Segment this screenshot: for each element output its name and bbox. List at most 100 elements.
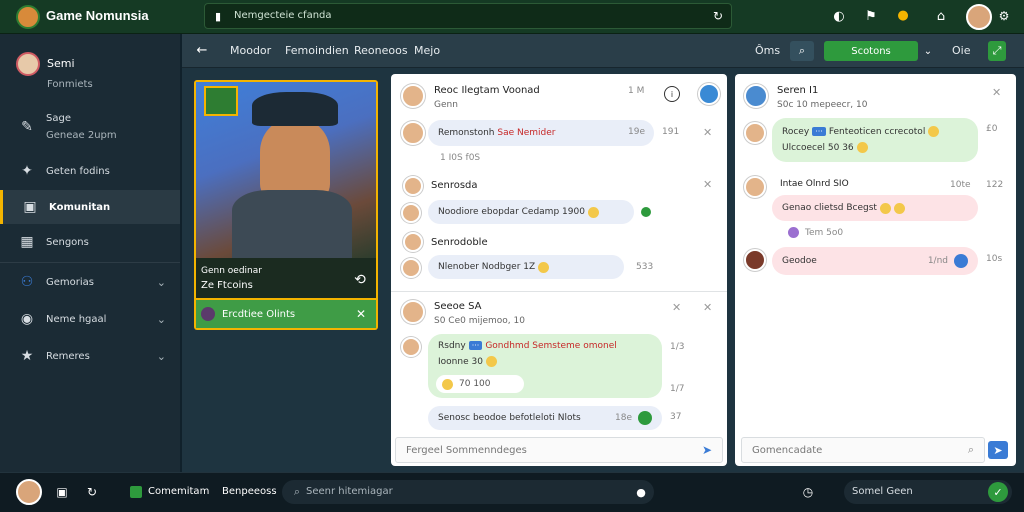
sidebar-item-gemorias[interactable]: ⚇ Gemorias ⌄ xyxy=(0,265,180,299)
sidebar-item-neme[interactable]: ◉ Neme hgaal ⌄ xyxy=(0,302,180,336)
chat-compose-input[interactable]: Gomencadate ⌕ xyxy=(741,437,985,463)
bottom-avatar[interactable] xyxy=(16,479,42,505)
confirm-icon[interactable]: ✓ xyxy=(988,482,1008,502)
grid-icon: ▦ xyxy=(20,234,34,250)
sidebar-item-label: Neme hgaal xyxy=(46,313,107,325)
user-avatar[interactable] xyxy=(966,4,992,30)
notification-icon[interactable]: ● xyxy=(894,6,912,24)
back-arrow-icon[interactable]: ← xyxy=(194,42,210,58)
sidebar-item-sengons[interactable]: ▦ Sengons xyxy=(0,225,180,259)
thread-avatar[interactable] xyxy=(401,203,421,223)
star-icon: ✦ xyxy=(21,163,33,179)
chevron-down-icon[interactable]: ⌄ xyxy=(157,313,166,326)
search-icon: ⌕ xyxy=(293,485,301,498)
thread-avatar[interactable] xyxy=(401,258,421,278)
chat-bubble[interactable]: Geodoe 1/nd xyxy=(772,247,978,275)
chat-time: 1/nd xyxy=(927,256,948,266)
sidebar-item-label: Komunitan xyxy=(49,201,111,213)
search-icon[interactable]: ⌕ xyxy=(790,41,814,61)
send-icon[interactable]: ➤ xyxy=(988,441,1008,459)
close-icon[interactable]: ✕ xyxy=(992,86,1001,99)
chat-line: Rocey ··· Fenteoticen ccrecotol xyxy=(782,126,940,137)
thread-time: 1 M xyxy=(628,86,645,96)
sidebar-item-komunitan[interactable]: ▣ Komunitan xyxy=(0,190,180,224)
close-icon[interactable]: ✕ xyxy=(703,126,712,139)
thread2-reaction[interactable]: 70 100 xyxy=(436,375,524,393)
thread-avatar[interactable] xyxy=(401,121,425,145)
game-character-body xyxy=(232,190,352,258)
game-card-sub: Ze Ftcoins xyxy=(201,280,253,291)
sidebar-user-avatar[interactable] xyxy=(16,52,40,76)
clock-icon[interactable]: ◷ xyxy=(800,484,816,500)
thread2-line: Rsdny ··· Gondhmd Semsteme omonel xyxy=(438,341,617,351)
chat-name: Seren I1 xyxy=(777,85,819,96)
thread2-bubble[interactable]: Senosc beodoe befotleloti Nlots 18e xyxy=(428,406,662,430)
thread2-time: 18e xyxy=(615,413,632,423)
chat-bubble[interactable]: Genao clietsd Bcegst xyxy=(772,195,978,221)
expand-icon[interactable]: ⤢ xyxy=(988,41,1006,61)
bottom-button[interactable]: Comemitam xyxy=(148,486,209,497)
flag-icon[interactable]: ⚑ xyxy=(862,7,880,25)
game-card-title: Genn oedinar xyxy=(201,266,262,276)
thread-badge: Genn xyxy=(434,100,458,110)
game-card-avatar xyxy=(201,307,215,321)
chat-avatar[interactable] xyxy=(744,84,768,108)
sidebar-item-remeres[interactable]: ★ Remeres ⌄ xyxy=(0,339,180,373)
attach-icon[interactable]: ⌕ xyxy=(968,443,974,457)
chat-msg-avatar[interactable] xyxy=(744,122,766,144)
window-icon[interactable]: ▣ xyxy=(54,484,70,500)
thread-avatar[interactable] xyxy=(401,84,425,108)
tab-moodor[interactable]: Moodor xyxy=(230,44,271,57)
sidebar-item-sage[interactable]: ✎ Sage Geneae 2upm xyxy=(0,100,180,154)
thread-text: Noodiore ebopdar Cedamp 1900 xyxy=(438,207,585,217)
thread-bubble[interactable]: Remonstonh Sae Nemider xyxy=(428,120,654,146)
thread2-subtext: Ioonne 30 xyxy=(438,357,483,367)
thread-compose-input[interactable]: Fergeel Sommenndeges ➤ xyxy=(395,437,723,463)
tab-reoneoos[interactable]: Reoneoos xyxy=(354,44,408,57)
thread-avatar[interactable] xyxy=(403,232,423,252)
thread-time: 19e xyxy=(628,127,645,137)
close-icon[interactable]: ✕ xyxy=(354,307,368,321)
chat-msg-avatar[interactable] xyxy=(744,176,766,198)
thread-bubble[interactable]: Nlenober Nodbger 1Z xyxy=(428,255,624,279)
thread-name: Remonstonh xyxy=(438,128,495,138)
thread2-sub: S0 Ce0 mijemoo, 10 xyxy=(434,316,525,326)
home-icon[interactable]: ⌂ xyxy=(932,7,950,25)
online-dot xyxy=(638,411,652,425)
chat-msg-name: Intae Olnrd xyxy=(780,179,831,189)
share-icon[interactable]: ⟲ xyxy=(350,270,370,290)
toolbar-button[interactable]: Scotons xyxy=(824,41,918,61)
dropdown-icon[interactable]: ⌄ xyxy=(920,41,936,61)
shield-icon[interactable]: ◐ xyxy=(830,7,848,25)
refresh-icon[interactable]: ↻ xyxy=(710,8,726,24)
chat-text: Geodoe xyxy=(782,256,817,266)
thread-avatar[interactable] xyxy=(401,300,425,324)
top-search-placeholder: Nemgecteie cfanda xyxy=(234,10,332,21)
chat-bubble[interactable] xyxy=(772,118,978,162)
chat-count: 10s xyxy=(986,254,1003,264)
mic-icon[interactable]: ● xyxy=(634,485,648,499)
thread2-text: Gondhmd Semsteme omonel xyxy=(485,341,617,351)
send-icon[interactable]: ➤ xyxy=(702,443,712,457)
chat-msg-avatar[interactable] xyxy=(744,249,766,271)
chevron-down-icon[interactable]: ⌄ xyxy=(157,350,166,363)
thread-name: Senrodoble xyxy=(431,237,488,248)
tab-mejo[interactable]: Mejo xyxy=(414,44,440,57)
thread-bubble[interactable]: Noodiore ebopdar Cedamp 1900 xyxy=(428,200,634,224)
thread-avatar[interactable] xyxy=(401,337,421,357)
refresh-icon[interactable]: ↻ xyxy=(84,484,100,500)
sidebar-item-geten[interactable]: ✦ Geten fodins xyxy=(0,154,180,188)
close-icon[interactable]: ✕ xyxy=(703,178,712,191)
settings-icon[interactable]: ⚙ xyxy=(996,8,1012,24)
bottom-label[interactable]: Benpeeoss xyxy=(222,486,277,497)
app-logo[interactable] xyxy=(16,5,40,29)
close-icon[interactable]: ✕ xyxy=(703,301,712,314)
bottom-right-search-text: Somel Geen xyxy=(852,486,913,497)
thread-user-avatar[interactable] xyxy=(698,83,720,105)
tab-femoindien[interactable]: Femoindien xyxy=(285,44,349,57)
chevron-down-icon[interactable]: ⌄ xyxy=(157,276,166,289)
close-icon[interactable]: ✕ xyxy=(672,301,681,314)
thread-avatar[interactable] xyxy=(403,176,423,196)
sidebar-user-name: Semi xyxy=(47,57,75,70)
info-icon[interactable]: i xyxy=(664,86,680,102)
